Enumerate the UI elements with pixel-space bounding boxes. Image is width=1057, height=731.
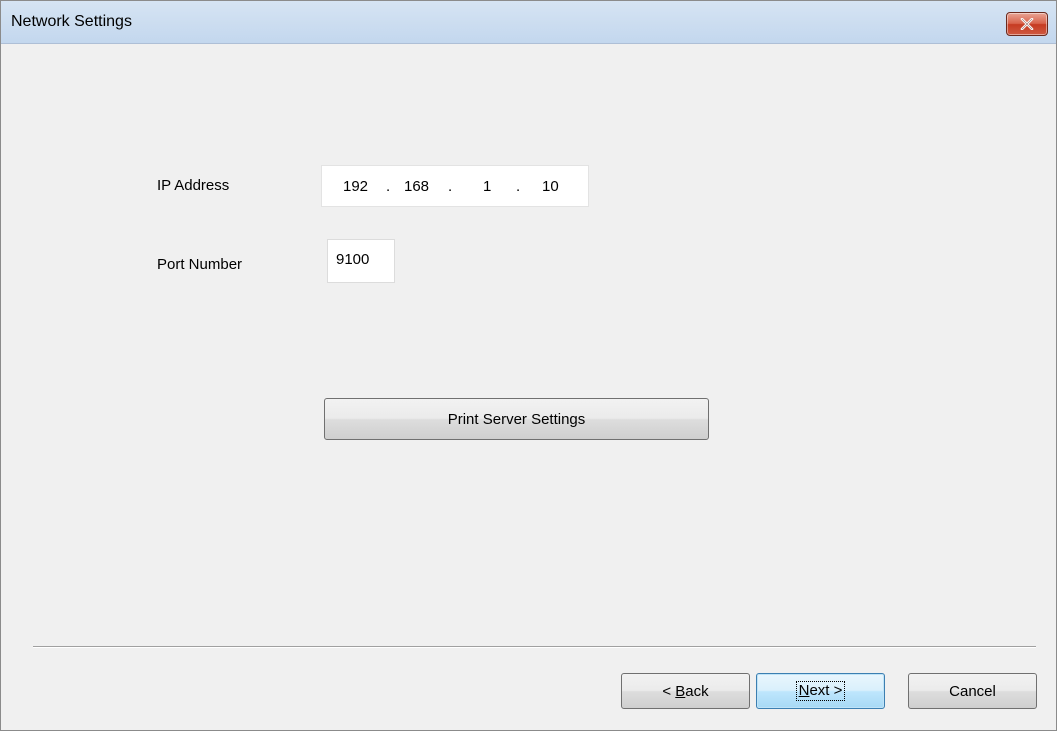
ip-address-input[interactable]: 192 . 168 . 1 . 10 — [321, 165, 589, 207]
title-bar: Network Settings — [1, 1, 1056, 44]
window-title: Network Settings — [11, 13, 132, 30]
port-number-label: Port Number — [157, 256, 243, 273]
ip-octet-3[interactable]: 1 — [483, 178, 491, 195]
print-server-settings-label: Print Server Settings — [447, 410, 586, 428]
port-number-input[interactable]: 9100 — [327, 239, 395, 283]
close-icon — [1020, 18, 1034, 30]
ip-dot-2: . — [448, 178, 453, 195]
back-button[interactable]: < Back — [621, 673, 750, 709]
print-server-settings-button[interactable]: Print Server Settings — [324, 398, 709, 440]
ip-octet-4[interactable]: 10 — [542, 178, 559, 195]
close-button[interactable] — [1006, 12, 1048, 36]
ip-octet-1[interactable]: 192 — [343, 178, 368, 195]
next-button-label: Next > — [795, 681, 846, 701]
cancel-button[interactable]: Cancel — [908, 673, 1037, 709]
next-button[interactable]: Next > — [756, 673, 885, 709]
ip-dot-1: . — [386, 178, 391, 195]
ip-dot-3: . — [516, 178, 521, 195]
port-number-value: 9100 — [336, 251, 370, 268]
back-button-label: < Back — [662, 682, 709, 700]
ip-address-label: IP Address — [157, 177, 230, 194]
footer-separator — [33, 646, 1036, 648]
dialog-body: IP Address 192 . 168 . 1 . 10 Port Numbe… — [1, 44, 1056, 730]
ip-octet-2[interactable]: 168 — [404, 178, 429, 195]
cancel-button-label: Cancel — [949, 682, 996, 700]
network-settings-dialog: Network Settings IP Address 192 . 168 . … — [0, 0, 1057, 731]
